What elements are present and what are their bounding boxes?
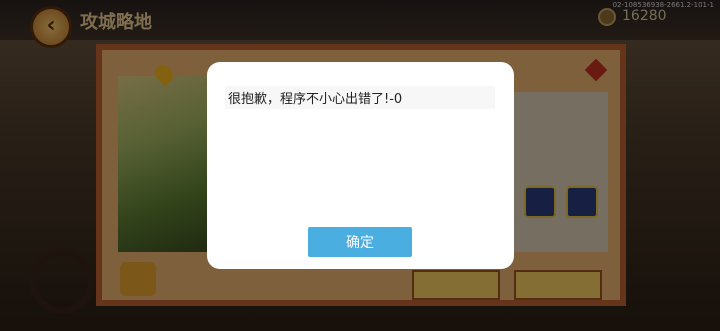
error-message: 很抱歉，程序不小心出错了!-0 — [225, 86, 495, 109]
error-dialog: 很抱歉，程序不小心出错了!-0 确定 — [207, 62, 514, 269]
confirm-button[interactable]: 确定 — [308, 227, 412, 257]
